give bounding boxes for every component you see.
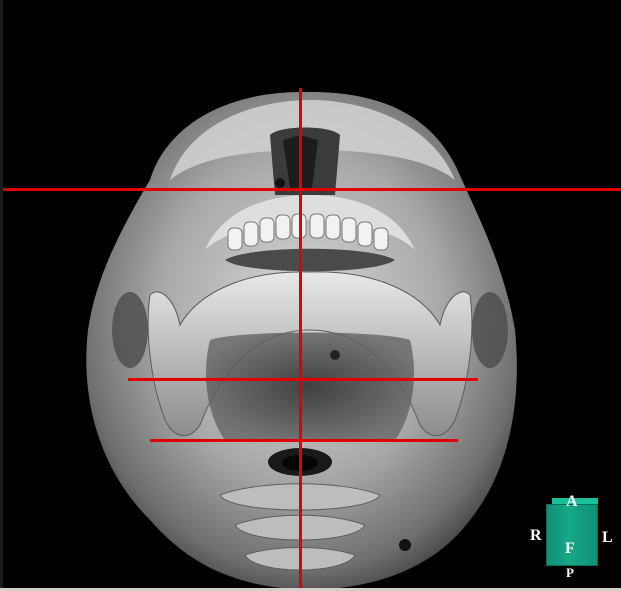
crosshair-horizontal-top[interactable] [0,188,621,191]
orientation-cube[interactable]: A F P R L [530,490,620,585]
viewport-left-edge [0,0,3,588]
crosshair-vertical[interactable] [299,88,302,588]
orientation-label-left: L [602,529,613,546]
measurement-line-lower[interactable] [150,439,458,442]
3d-viewer-viewport[interactable]: A F P R L [0,0,621,591]
measurement-line-upper[interactable] [128,378,478,381]
orientation-label-anterior: A [566,493,578,510]
skull-3d-render [86,91,517,590]
orientation-label-posterior: P [566,565,574,580]
orientation-label-right: R [530,527,542,544]
orientation-label-front: F [565,540,575,557]
